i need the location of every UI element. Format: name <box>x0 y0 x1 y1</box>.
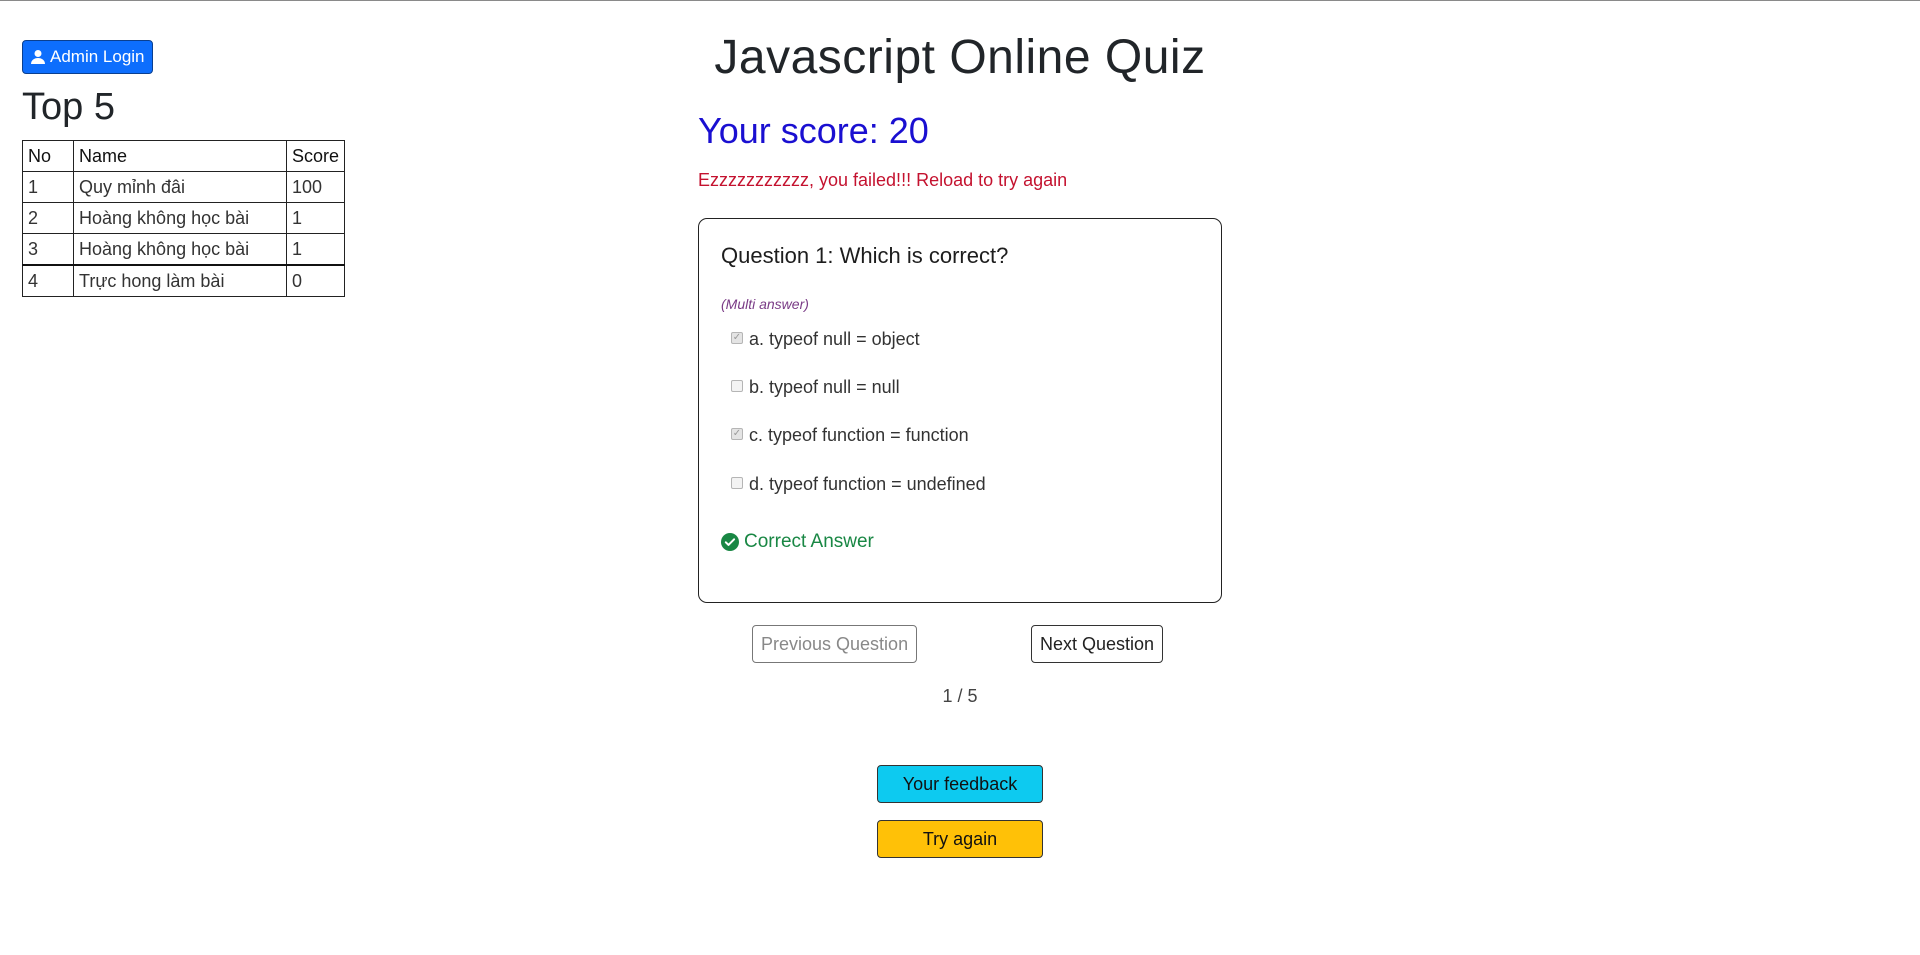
table-row: 2 Hoàng không học bài 1 <box>22 202 346 234</box>
table-row: 4 Trực hong làm bài 0 <box>22 264 346 297</box>
page-indicator: 1 / 5 <box>942 686 978 706</box>
cell-no: 3 <box>22 233 74 266</box>
option-d[interactable]: d. typeof function = undefined <box>731 474 986 495</box>
option-c-label: c. typeof function = function <box>749 425 969 445</box>
table-header-row: No Name Score <box>22 140 346 172</box>
question-card: Question 1: Which is correct? (Multi ans… <box>698 218 1222 603</box>
cell-name: Hoàng không học bài <box>73 233 287 266</box>
result-text: Correct Answer <box>744 531 874 552</box>
table-row: 3 Hoàng không học bài 1 <box>22 233 346 266</box>
cell-no: 2 <box>22 202 74 234</box>
cell-name: Quy mỉnh đâi <box>73 171 287 203</box>
leaderboard-title: Top 5 <box>22 86 115 128</box>
option-a-label: a. typeof null = object <box>749 329 920 349</box>
previous-question-button[interactable]: Previous Question <box>752 625 918 663</box>
checkbox-d[interactable] <box>731 476 743 489</box>
option-a[interactable]: ✓ a. typeof null = object <box>731 329 920 350</box>
try-again-button[interactable]: Try again <box>877 820 1043 858</box>
next-question-button[interactable]: Next Question <box>1031 625 1164 663</box>
question-text: Question 1: Which is correct? <box>721 243 1009 268</box>
table-row: 1 Quy mỉnh đâi 100 <box>22 171 346 203</box>
result-status: Correct Answer <box>721 531 874 553</box>
cell-score: 1 <box>285 233 346 266</box>
top-divider <box>0 0 1920 1</box>
option-c[interactable]: ✓ c. typeof function = function <box>731 425 969 446</box>
checkbox-c[interactable]: ✓ <box>731 427 743 440</box>
option-d-label: d. typeof function = undefined <box>749 474 986 494</box>
header-score: Score <box>285 140 346 172</box>
header-no: No <box>22 140 74 172</box>
option-b[interactable]: b. typeof null = null <box>731 377 900 398</box>
fail-message: Ezzzzzzzzzzz, you failed!!! Reload to tr… <box>698 170 1068 190</box>
checkbox-b[interactable] <box>731 379 743 392</box>
answer-mode-label: (Multi answer) <box>721 296 809 312</box>
header-name: Name <box>73 140 287 172</box>
feedback-button[interactable]: Your feedback <box>877 765 1043 803</box>
option-b-label: b. typeof null = null <box>749 377 900 397</box>
cell-score: 100 <box>285 171 346 203</box>
checkbox-a[interactable]: ✓ <box>731 331 743 344</box>
cell-score: 1 <box>285 202 346 234</box>
leaderboard-table: No Name Score 1 Quy mỉnh đâi 100 2 Hoàng… <box>22 140 346 297</box>
cell-no: 1 <box>22 171 74 203</box>
cell-no: 4 <box>22 264 74 297</box>
cell-name: Trực hong làm bài <box>73 264 287 297</box>
score-text: Your score: 20 <box>698 110 929 151</box>
check-circle-icon <box>721 533 739 551</box>
cell-name: Hoàng không học bài <box>73 202 287 234</box>
cell-score: 0 <box>285 264 346 297</box>
page-title: Javascript Online Quiz <box>714 31 1206 84</box>
